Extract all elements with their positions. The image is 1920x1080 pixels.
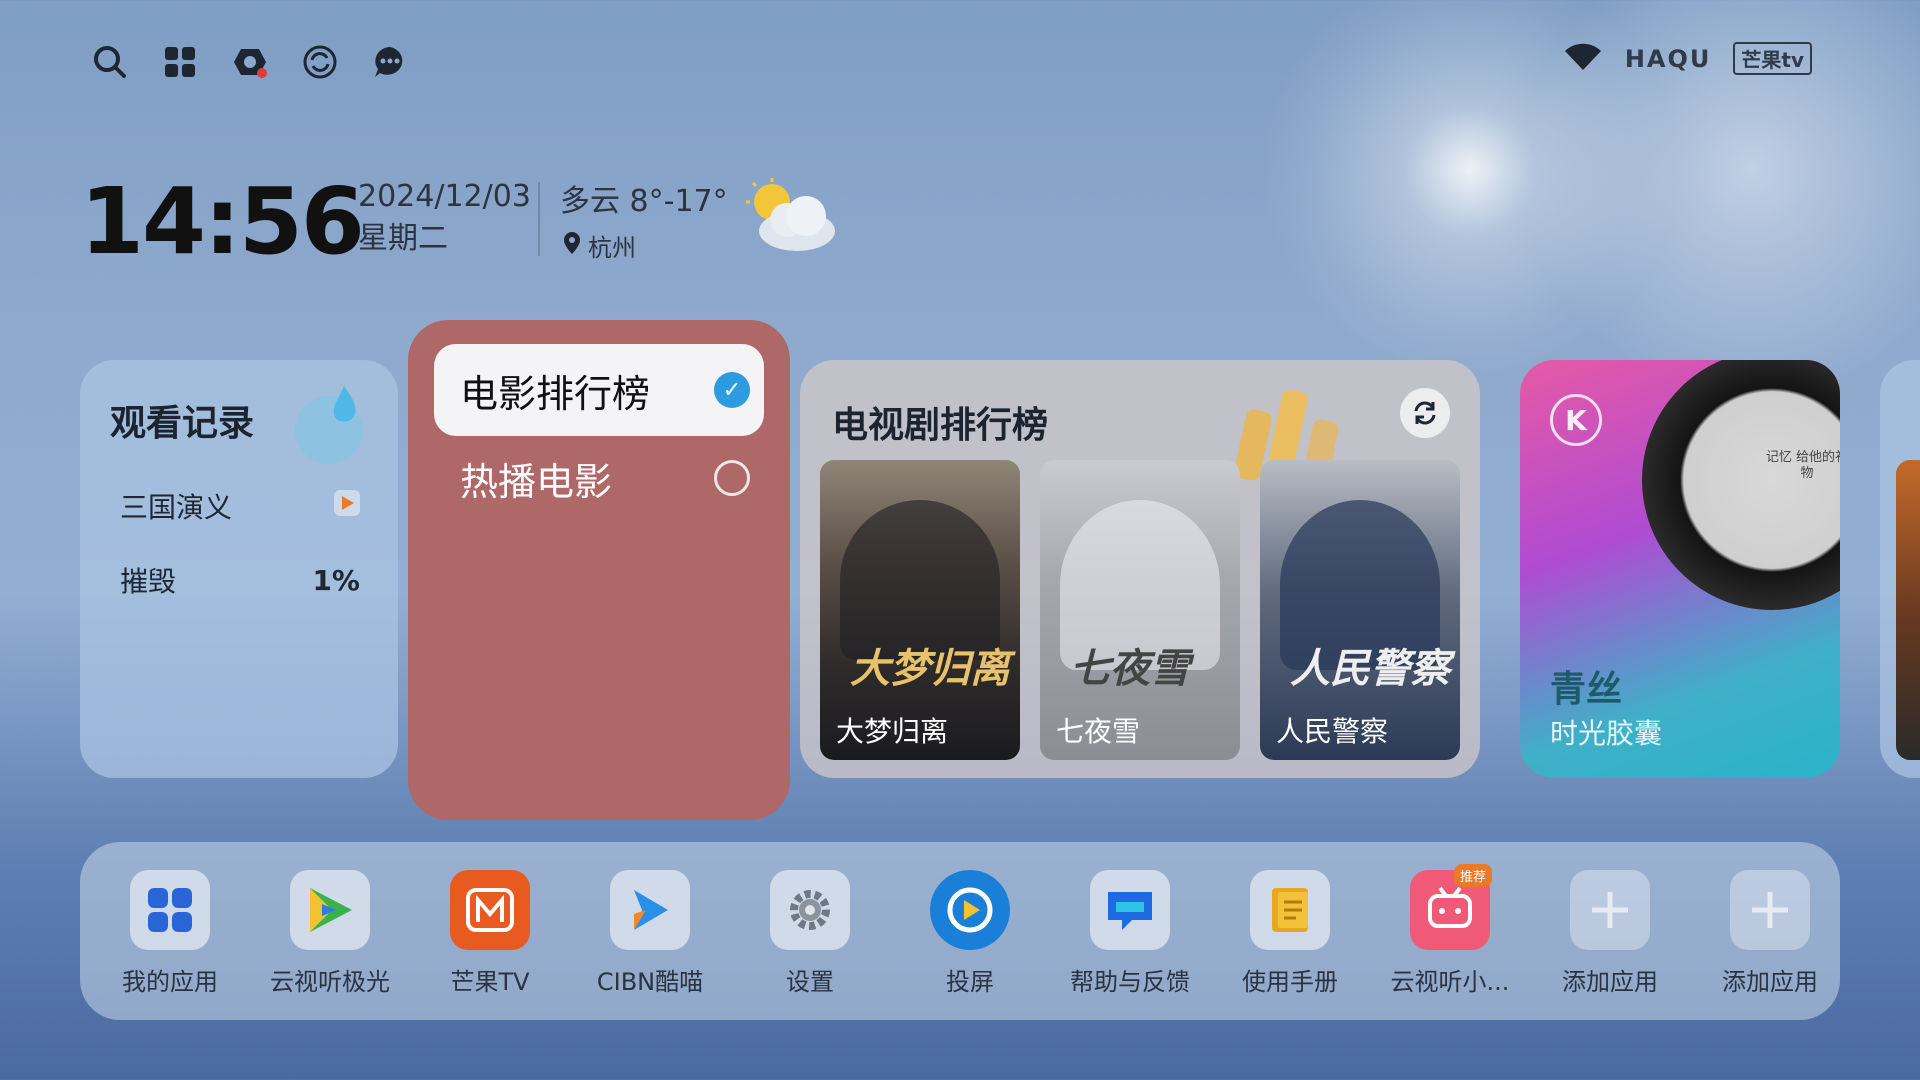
dock-app-aurora[interactable]: 云视听极光 bbox=[260, 870, 400, 997]
app-label: CIBN酷喵 bbox=[596, 968, 704, 996]
brand-logo: HAQU bbox=[1624, 44, 1712, 73]
wifi-icon bbox=[1563, 43, 1603, 75]
watch-history-title: 观看记录 bbox=[110, 403, 255, 444]
weather-summary: 多云 8°-17° bbox=[560, 184, 728, 219]
app-label: 云视听极光 bbox=[270, 968, 390, 996]
refresh-button[interactable] bbox=[1400, 388, 1450, 438]
dock-app-mango[interactable]: 芒果TV bbox=[420, 870, 560, 997]
album-text: 记忆 给他的礼物 bbox=[1765, 450, 1840, 481]
water-drop-icon bbox=[284, 378, 374, 472]
app-dock: 我的应用 云视听极光 芒果TV CIBN酷喵 设置 投屏 帮助与反馈 使用手册 … bbox=[80, 842, 1840, 1020]
bilibili-tv-icon: 推荐 bbox=[1410, 864, 1492, 950]
next-card-image bbox=[1896, 460, 1920, 760]
app-label: 芒果TV bbox=[450, 968, 530, 996]
play-icon bbox=[334, 489, 360, 523]
apps-grid-icon[interactable] bbox=[160, 42, 200, 82]
poster-item[interactable]: 七夜雪 七夜雪 bbox=[1040, 460, 1240, 760]
date-text: 2024/12/03 bbox=[358, 179, 531, 214]
poster-title: 大梦归离 bbox=[836, 715, 949, 748]
notification-icon[interactable] bbox=[230, 42, 270, 82]
dock-app-settings[interactable]: 设置 bbox=[740, 870, 880, 997]
watch-history-card[interactable]: 观看记录 三国演义 摧毁 1% bbox=[80, 360, 398, 778]
add-icon bbox=[1730, 870, 1810, 950]
app-label: 设置 bbox=[786, 968, 834, 996]
my-apps-icon bbox=[130, 870, 210, 950]
chat-icon[interactable] bbox=[370, 42, 410, 82]
checkmark-icon: ✓ bbox=[714, 372, 750, 408]
poster-title: 七夜雪 bbox=[1056, 715, 1141, 748]
movie-ranking-option[interactable]: 电影排行榜 ✓ bbox=[434, 344, 764, 436]
app-label: 帮助与反馈 bbox=[1070, 968, 1190, 996]
search-icon[interactable] bbox=[90, 42, 130, 82]
date-block: 2024/12/03 星期二 bbox=[358, 176, 531, 260]
movie-menu-card: 电影排行榜 ✓ 热播电影 bbox=[408, 320, 790, 820]
poster-art-text: 人民警察 bbox=[1290, 646, 1450, 692]
dock-app-help[interactable]: 帮助与反馈 bbox=[1060, 870, 1200, 997]
history-item-name: 三国演义 bbox=[120, 491, 233, 524]
radio-unchecked-icon bbox=[714, 460, 750, 496]
location-pin-icon bbox=[562, 231, 582, 261]
app-label: 投屏 bbox=[946, 968, 994, 996]
top-toolbar bbox=[90, 42, 410, 82]
weather-location: 杭州 bbox=[562, 228, 636, 263]
partly-cloudy-icon bbox=[742, 176, 842, 256]
status-area: HAQU 芒果tv bbox=[1563, 42, 1812, 75]
dock-app-my-apps[interactable]: 我的应用 bbox=[100, 870, 240, 997]
poster-art-text: 七夜雪 bbox=[1070, 646, 1190, 692]
play-triangle-icon bbox=[290, 870, 370, 950]
add-icon bbox=[1570, 870, 1650, 950]
music-title: 青丝 bbox=[1550, 669, 1623, 710]
cibn-icon bbox=[610, 870, 690, 950]
history-item[interactable]: 摧毁 1% bbox=[120, 560, 360, 600]
dock-add-app-button[interactable]: 添加应用 bbox=[1700, 870, 1840, 997]
mango-tv-icon bbox=[450, 870, 530, 950]
gear-icon bbox=[770, 870, 850, 950]
music-subtitle: 时光胶囊 bbox=[1550, 717, 1663, 750]
poster-item[interactable]: 大梦归离 大梦归离 bbox=[820, 460, 1020, 760]
tv-ranking-card: 电视剧排行榜 大梦归离 大梦归离 七夜雪 七夜雪 人民警察 人民警察 bbox=[800, 360, 1480, 778]
poster-art-text: 大梦归离 bbox=[850, 646, 1010, 692]
sync-icon[interactable] bbox=[300, 42, 340, 82]
refresh-icon bbox=[1414, 401, 1436, 425]
option-label: 热播电影 bbox=[460, 459, 613, 504]
cast-icon bbox=[930, 870, 1010, 950]
recommend-badge: 推荐 bbox=[1453, 864, 1492, 887]
poster-item[interactable]: 人民警察 人民警察 bbox=[1260, 460, 1460, 760]
k-logo-icon: K bbox=[1550, 394, 1602, 446]
dock-add-app-button[interactable]: 添加应用 bbox=[1540, 870, 1680, 997]
hot-movies-option[interactable]: 热播电影 bbox=[434, 432, 764, 524]
dock-app-bilibili[interactable]: 推荐 云视听小... bbox=[1380, 864, 1520, 997]
manual-icon bbox=[1250, 870, 1330, 950]
weekday-text: 星期二 bbox=[358, 221, 448, 256]
app-label: 我的应用 bbox=[122, 968, 218, 996]
history-item-name: 摧毁 bbox=[120, 565, 177, 598]
app-label: 添加应用 bbox=[1562, 968, 1658, 996]
app-label: 添加应用 bbox=[1722, 968, 1818, 996]
app-label: 使用手册 bbox=[1242, 968, 1338, 996]
dock-app-cast[interactable]: 投屏 bbox=[900, 870, 1040, 997]
app-label: 云视听小... bbox=[1390, 968, 1510, 996]
help-chat-icon bbox=[1090, 870, 1170, 950]
tv-ranking-title: 电视剧排行榜 bbox=[832, 405, 1049, 446]
dock-app-manual[interactable]: 使用手册 bbox=[1220, 870, 1360, 997]
history-item[interactable]: 三国演义 bbox=[120, 486, 360, 526]
poster-title: 人民警察 bbox=[1276, 715, 1389, 748]
partner-brand-logo: 芒果tv bbox=[1733, 42, 1812, 75]
history-progress: 1% bbox=[312, 563, 360, 597]
location-text: 杭州 bbox=[588, 234, 636, 262]
divider bbox=[538, 182, 540, 256]
music-card[interactable]: K 记忆 给他的礼物 青丝 时光胶囊 bbox=[1520, 360, 1840, 778]
vinyl-record-icon: 记忆 给他的礼物 bbox=[1642, 360, 1840, 610]
next-card-partial[interactable] bbox=[1880, 360, 1920, 778]
clock-time: 14:56 bbox=[80, 168, 365, 275]
dock-app-cibn[interactable]: CIBN酷喵 bbox=[580, 870, 720, 997]
option-label: 电影排行榜 bbox=[460, 371, 651, 416]
